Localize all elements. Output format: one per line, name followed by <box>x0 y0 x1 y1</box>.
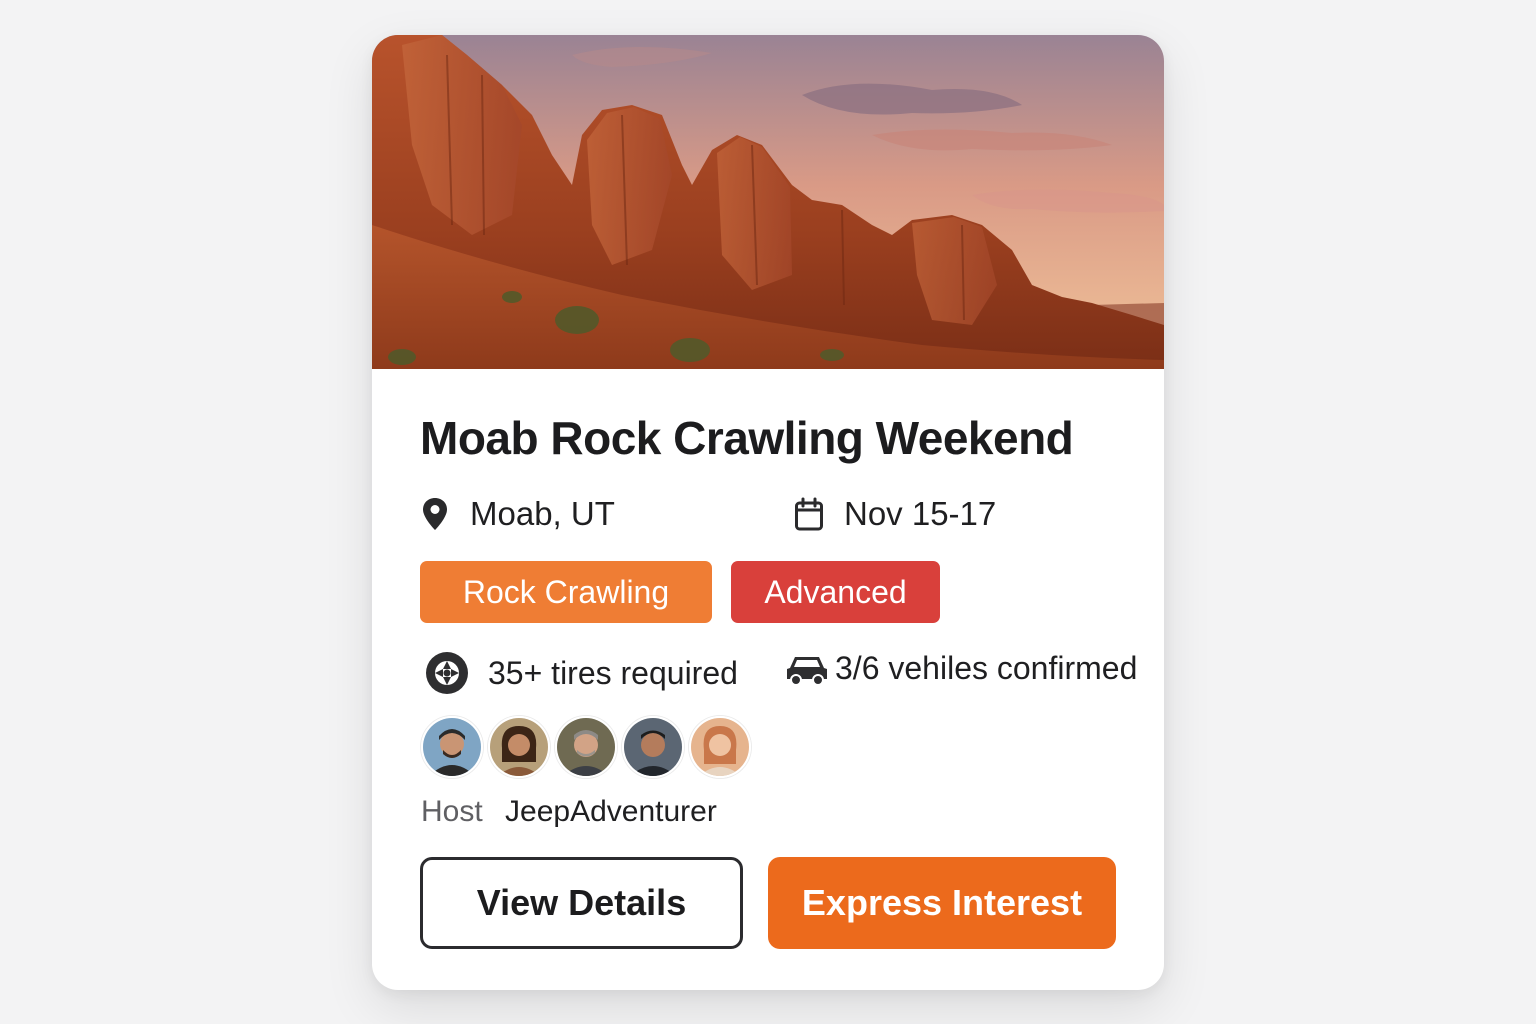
avatar[interactable] <box>689 716 751 778</box>
requirement-vehicles: 3/6 vehiles confirmed <box>785 650 1137 687</box>
tag-difficulty-advanced: Advanced <box>731 561 940 623</box>
event-title: Moab Rock Crawling Weekend <box>420 412 1074 464</box>
tire-icon <box>426 652 468 694</box>
event-dates: Nov 15-17 <box>794 495 996 533</box>
event-location-text: Moab, UT <box>470 495 615 532</box>
event-dates-text: Nov 15-17 <box>844 495 997 532</box>
requirement-tires-text: 35+ tires required <box>488 654 738 691</box>
avatar[interactable] <box>421 716 483 778</box>
requirement-tires: 35+ tires required <box>424 650 738 696</box>
avatar[interactable] <box>488 716 550 778</box>
hero-image-red-rock-canyon <box>372 35 1164 369</box>
calendar-icon <box>795 497 823 531</box>
event-location: Moab, UT <box>420 495 615 533</box>
map-pin-icon <box>423 498 447 530</box>
view-details-button[interactable]: View Details <box>420 857 743 949</box>
tag-rock-crawling: Rock Crawling <box>420 561 712 623</box>
car-icon <box>787 656 827 686</box>
host-name[interactable]: JeepAdventurer <box>505 795 717 828</box>
host-label: Host <box>421 795 483 828</box>
event-card: Moab Rock Crawling Weekend Moab, UT Nov … <box>372 35 1164 990</box>
requirement-vehicles-text: 3/6 vehiles confirmed <box>835 650 1138 686</box>
event-host: Host JeepAdventurer <box>421 795 717 829</box>
avatar[interactable] <box>622 716 684 778</box>
express-interest-button[interactable]: Express Interest <box>768 857 1116 949</box>
avatar[interactable] <box>555 716 617 778</box>
